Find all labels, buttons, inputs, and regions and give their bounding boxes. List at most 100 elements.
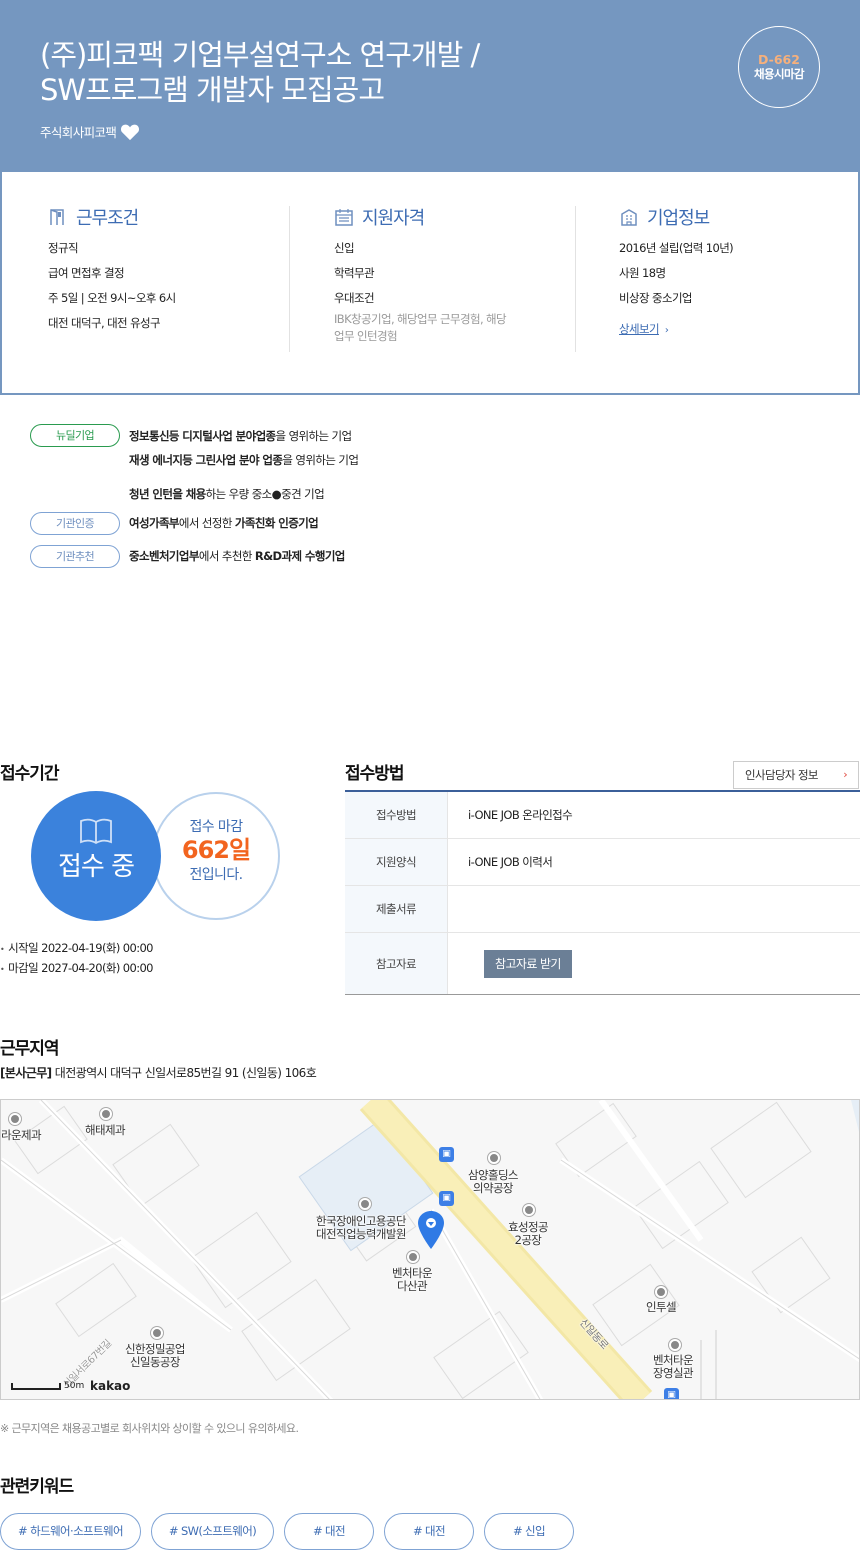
keyword-chip[interactable]: # 대전 [384,1513,474,1550]
row-key: 제출서류 [345,886,448,932]
poi-icon [151,1327,163,1339]
keyword-list: # 하드웨어·소프트웨어 # SW(소프트웨어) # 대전 # 대전 # 신입 [0,1513,574,1550]
map-label-line: 장영실관 [653,1366,694,1380]
keywords-title: 관련키워드 [0,1477,74,1497]
end-date: 마감일 2027-04-20(화) 00:00 [0,959,153,979]
poi-icon [655,1286,667,1298]
company-name[interactable]: 주식회사피코팩 [40,122,117,141]
map-label-line: 벤처타운 [653,1353,694,1367]
heart-icon[interactable] [120,123,140,141]
preference-details: IBK창공기업, 해당업무 근무경험, 해당업무 인턴경험 [334,312,507,343]
apply-title: 접수방법 [345,764,405,784]
address-tag: [본사근무] [0,1066,52,1080]
company-name-row: 주식회사피코팩 [40,122,140,141]
job-title-line1: (주)피코팩 기업부설연구소 연구개발 / [40,38,480,72]
badge-text-bold: 정보통신등 디지털사업 분야업종 [129,429,276,443]
location-map[interactable]: 라운제과 해태제과 ▣ ▣ ▣ 삼양홀딩스 의약공장 한국장애인고용공단 대전직업능… [0,1099,860,1400]
table-row: 참고자료 참고자료 받기 [345,933,860,994]
work-region: 대전 대덕구, 대전 유성구 [48,316,161,330]
badge-pill: 뉴딜기업 [30,424,120,447]
building-icon [621,209,637,226]
map-label: 해태제과 [85,1123,126,1137]
bus-stop-icon[interactable]: ▣ [439,1191,454,1206]
keyword-chip[interactable]: # 대전 [284,1513,374,1550]
keyword-chip[interactable]: # 신입 [484,1513,574,1550]
map-label-line: 의약공장 [472,1181,514,1195]
row-value: 참고자료 받기 [448,933,860,994]
badge-text: 을 영위하는 기업 [275,429,353,443]
map-label-line: 다산관 [396,1279,428,1293]
qualifications-title: 지원자격 [362,208,425,229]
company-info-title: 기업정보 [647,208,710,229]
founded: 2016년 설립(업력 10년) [619,241,734,255]
badge-text-bold: 재생 에너지등 그린사업 분야 업종 [129,453,283,467]
job-title-line2: SW프로그램 개발자 모집공고 [40,73,385,107]
badge-text-bold: 여성가족부 [129,516,180,530]
row-value: i-ONE JOB 온라인접수 [468,808,573,822]
hr-contact-button[interactable]: 인사담당자 정보 › [733,761,859,789]
location-note: ※ 근무지역은 채용공고별로 회사위치와 상이할 수 있으니 유의하세요. [0,1422,299,1435]
map-label-line: 신일동공장 [129,1355,181,1369]
work-conditions: 근무조건 정규직 급여 면접후 결정 주 5일 | 오전 9시~오후 6시 대전… [48,206,288,336]
table-row: 제출서류 [345,886,860,933]
company-detail-link[interactable]: 상세보기 › [619,321,669,337]
preference-label: 우대조건 [334,291,375,305]
door-icon [50,209,64,225]
kakao-logo: kakao [90,1379,131,1393]
row-key: 참고자료 [345,933,448,994]
status-text: 접수 중 [57,852,135,882]
calendar-icon [335,209,353,226]
hr-contact-label: 인사담당자 정보 [745,768,819,782]
poi-icon [100,1108,112,1120]
job-header: (주)피코팩 기업부설연구소 연구개발 / SW프로그램 개발자 모집공고 주식… [0,0,860,172]
map-label: 한국장애인고용공단 대전직업능력개발원 [316,1215,406,1241]
bus-stop-icon[interactable]: ▣ [439,1147,454,1162]
map-label-line: 한국장애인고용공단 [316,1214,406,1228]
badge-text-bold: R&D과제 수행기업 [254,549,346,563]
map-label: 효성정공 2공장 [508,1221,549,1247]
poi-icon [407,1251,419,1263]
bus-stop-icon[interactable]: ▣ [664,1388,679,1399]
map-label: 신한정밀공업 신일동공장 [125,1343,185,1369]
dday-label: 채용시마감 [754,67,805,81]
badge-text-bold: 청년 인턴을 채용 [129,487,206,501]
table-row: 접수방법 i-ONE JOB 온라인접수 [345,792,860,839]
map-label-line: 대전직업능력개발원 [316,1227,406,1241]
period-title: 접수기간 [0,764,60,784]
dday-badge: D-662 채용시마감 [738,26,820,108]
keyword-chip[interactable]: # 하드웨어·소프트웨어 [0,1513,141,1550]
badge-row: 기관인증 여성가족부에서 선정한 가족친화 인증기업 [30,512,830,535]
map-label-line: 2공장 [514,1233,542,1247]
company-detail-label: 상세보기 [619,322,660,336]
download-reference-button[interactable]: 참고자료 받기 [484,949,572,978]
deadline-circle: 접수 마감 662일 전입니다. [152,792,280,920]
map-label: 라운제과 [1,1128,42,1142]
status-circle: 접수 중 [31,791,161,921]
row-key: 지원양식 [345,839,448,885]
badge-text: 에서 추천한 [198,549,255,563]
education: 학력무관 [334,266,375,280]
badge-pill: 기관인증 [30,512,120,535]
badge-text-bold: 중소벤처기업부 [129,549,199,563]
keyword-chip[interactable]: # SW(소프트웨어) [151,1513,274,1550]
badge-text-bold: 가족친화 인증기업 [234,516,319,530]
job-title: (주)피코팩 기업부설연구소 연구개발 / SW프로그램 개발자 모집공고 [40,38,680,108]
apply-table: 접수방법 i-ONE JOB 온라인접수 지원양식 i-ONE JOB 이력서 … [345,790,860,995]
chevron-right-icon: › [664,325,669,336]
map-label: 벤처타운 다산관 [392,1267,433,1293]
poi-icon [669,1339,681,1351]
poi-icon [9,1113,21,1125]
employment-type: 정규직 [48,241,79,255]
start-date: 시작일 2022-04-19(화) 00:00 [0,939,153,959]
employees: 사원 18명 [619,266,666,280]
dday-count: D-662 [758,52,800,67]
period-dates: 시작일 2022-04-19(화) 00:00 마감일 2027-04-20(화… [0,939,153,979]
career-level: 신입 [334,241,355,255]
table-row: 지원양식 i-ONE JOB 이력서 [345,839,860,886]
map-label: 벤처타운 장영실관 [653,1353,694,1380]
badge-text: 에서 선정한 [178,516,235,530]
map-label-line: 신한정밀공업 [125,1342,185,1356]
book-icon [80,818,112,845]
deadline-days: 662일 [181,836,251,864]
row-value [448,886,860,932]
